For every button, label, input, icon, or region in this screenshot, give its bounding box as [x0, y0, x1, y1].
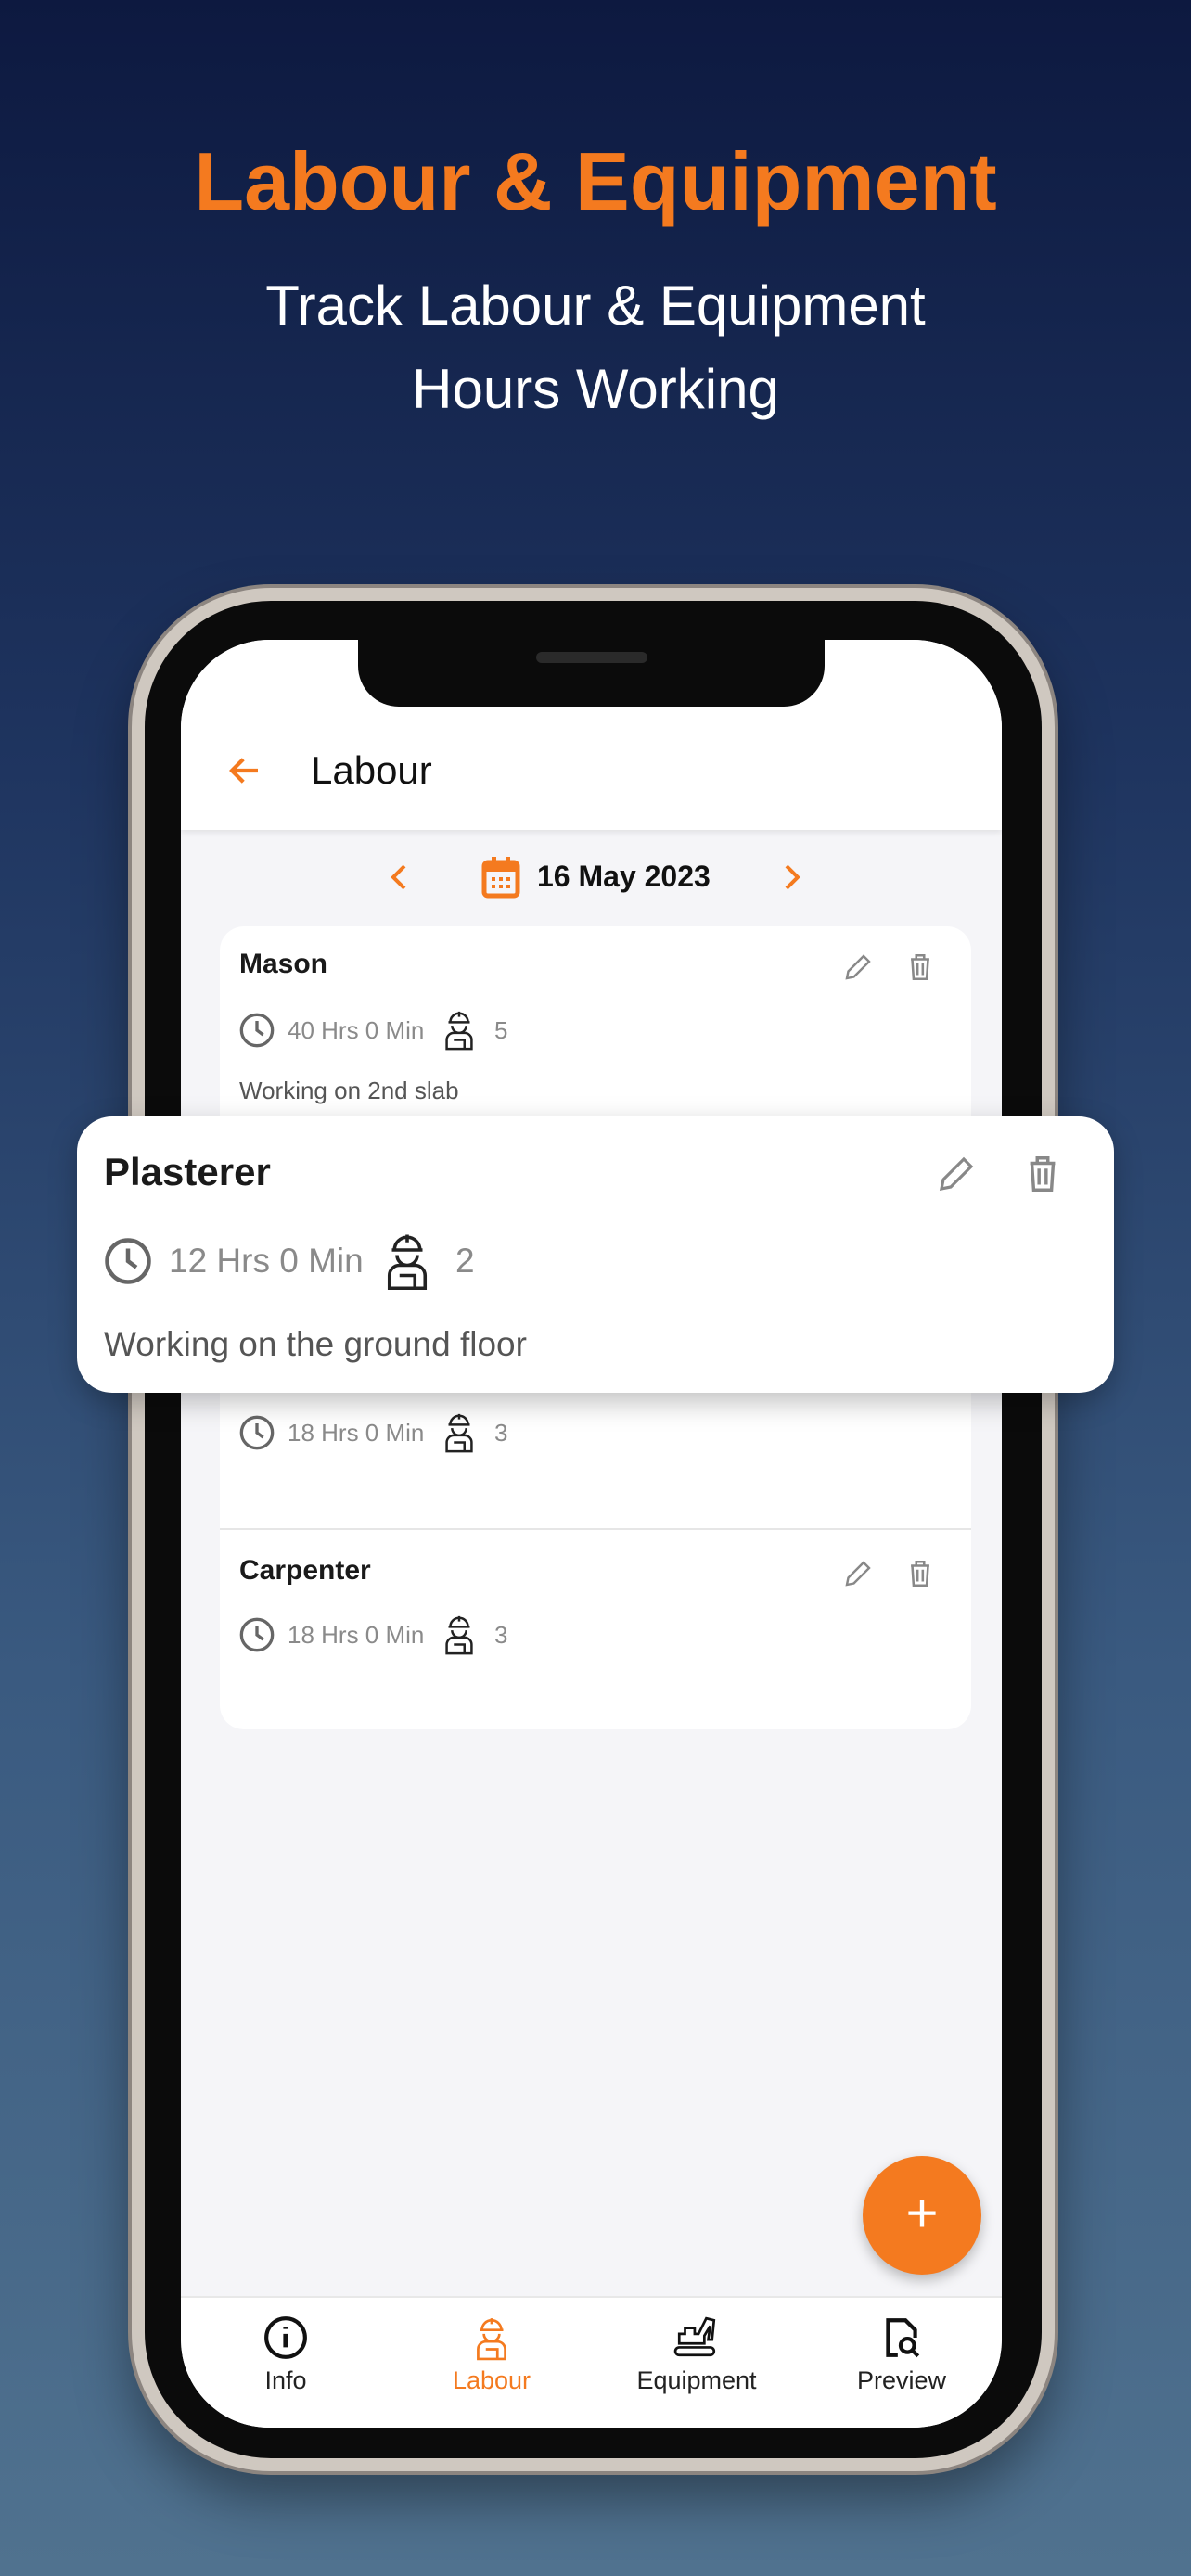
worker-icon — [387, 1234, 428, 1291]
edit-pencil-icon[interactable] — [934, 1152, 979, 1196]
next-date-chevron-icon[interactable] — [780, 861, 804, 894]
nav-label: Labour — [452, 2366, 531, 2394]
hero-title: Labour & Equipment — [194, 135, 997, 227]
nav-label: Info — [264, 2366, 307, 2394]
nav-equipment[interactable]: Equipment — [604, 2307, 789, 2395]
worker-icon — [445, 1615, 473, 1655]
nav-label: Equipment — [636, 2366, 757, 2394]
nav-label: Preview — [856, 2366, 947, 2394]
excavator-icon — [673, 2316, 716, 2357]
worker-icon — [445, 1011, 473, 1051]
clock-icon — [239, 1617, 275, 1652]
entry-title: Mason — [239, 949, 328, 979]
nav-preview[interactable]: Preview — [809, 2307, 994, 2395]
calendar-icon[interactable] — [480, 855, 521, 899]
info-icon — [264, 2316, 307, 2359]
edit-pencil-icon[interactable] — [841, 950, 875, 984]
phone-speaker — [536, 652, 647, 663]
divider — [220, 1528, 971, 1530]
edit-pencil-icon[interactable] — [841, 1557, 875, 1590]
nav-labour[interactable]: Labour — [399, 2307, 584, 2395]
app-screen: Labour 16 May 2023 Mason 40 Hrs 0 Min 5 … — [181, 640, 1002, 2428]
entry-hours: 12 Hrs 0 Min — [169, 1242, 364, 1280]
entry-hours: 40 Hrs 0 Min — [288, 1016, 425, 1044]
date-label: 16 May 2023 — [537, 860, 711, 893]
bottom-nav: Info Labour Equipment Preview — [181, 2296, 1002, 2428]
delete-trash-icon[interactable] — [904, 950, 936, 984]
phone-notch — [358, 631, 825, 707]
hero-subtitle-line2: Hours Working — [412, 358, 779, 420]
prev-date-chevron-icon[interactable] — [387, 861, 411, 894]
delete-trash-icon[interactable] — [1021, 1152, 1064, 1196]
worker-icon — [445, 1413, 473, 1453]
highlight-entry-card[interactable]: Plasterer 12 Hrs 0 Min 2 Working on the … — [77, 1116, 1114, 1393]
clock-icon — [239, 1013, 275, 1048]
entry-workers: 3 — [494, 1621, 508, 1649]
worker-icon — [477, 2318, 506, 2361]
entry-workers: 2 — [455, 1242, 475, 1280]
delete-trash-icon[interactable] — [904, 1557, 936, 1590]
clock-icon — [105, 1238, 151, 1284]
entry-description: Working on the ground floor — [104, 1325, 527, 1363]
entry-workers: 5 — [494, 1016, 508, 1044]
clock-icon — [239, 1415, 275, 1450]
entry-title: Plasterer — [104, 1150, 271, 1193]
entry-title: Carpenter — [239, 1555, 371, 1586]
nav-info[interactable]: Info — [193, 2307, 378, 2395]
entry-workers: 3 — [494, 1419, 508, 1447]
back-arrow-icon[interactable] — [225, 751, 264, 790]
entry-hours: 18 Hrs 0 Min — [288, 1419, 425, 1447]
hero-subtitle-line1: Track Labour & Equipment — [265, 274, 926, 337]
entry-hours: 18 Hrs 0 Min — [288, 1621, 425, 1649]
page-title: Labour — [311, 748, 432, 792]
add-entry-fab[interactable]: + — [863, 2156, 981, 2275]
entry-description: Working on 2nd slab — [239, 1077, 459, 1104]
document-search-icon — [886, 2318, 920, 2358]
